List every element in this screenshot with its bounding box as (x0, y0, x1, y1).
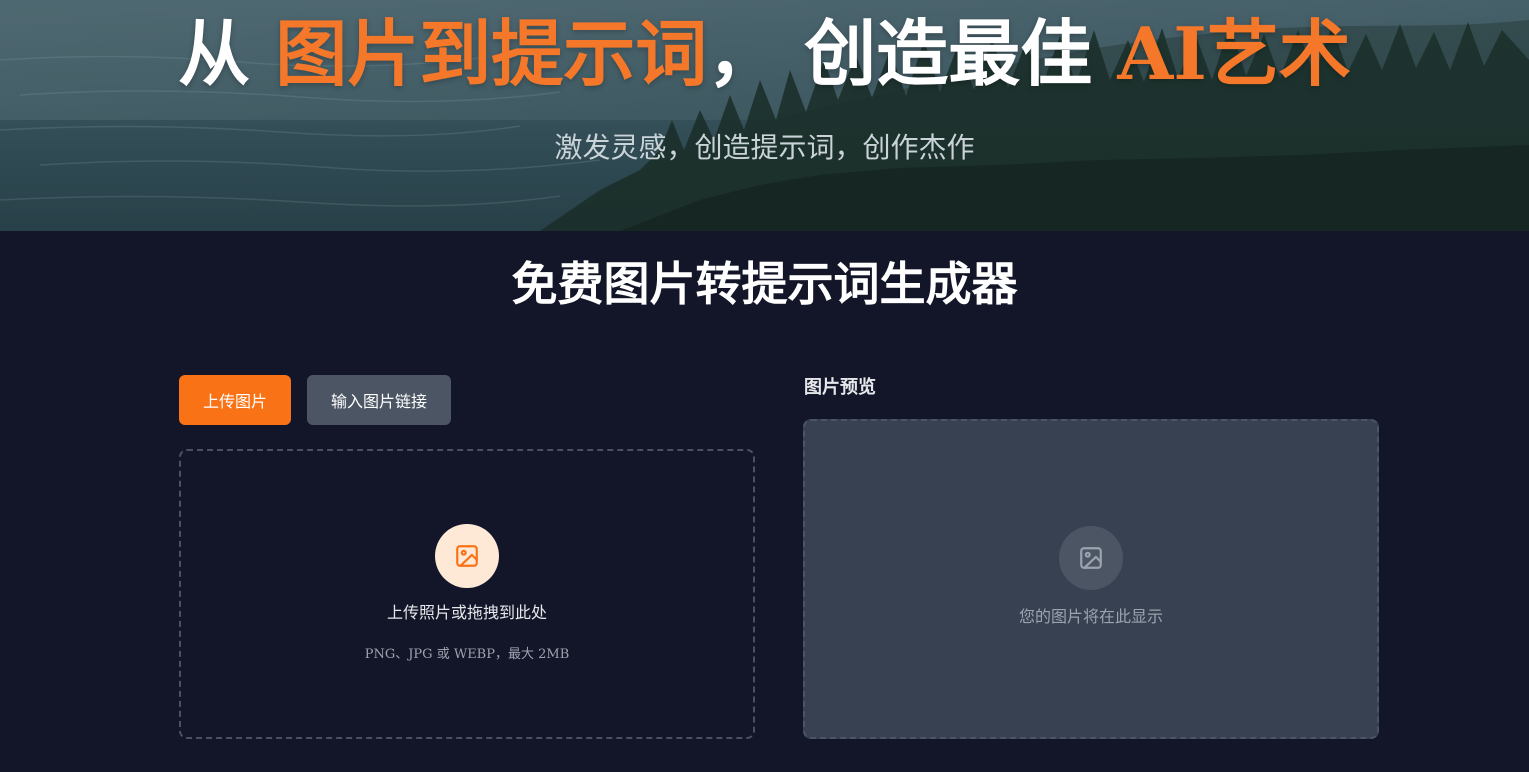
image-icon (456, 545, 478, 567)
hero-title-part2: ， 创造最佳 (707, 11, 1118, 96)
hero-title-accent2: AI艺术 (1117, 11, 1351, 96)
page-title: 免费图片转提示词生成器 (511, 257, 1018, 311)
tab-image-url[interactable]: 输入图片链接 (307, 375, 451, 425)
preview-icon-circle (1059, 526, 1123, 590)
preview-placeholder: 您的图片将在此显示 (1018, 607, 1163, 626)
image-icon (1080, 547, 1102, 569)
hero-banner: 从 图片到提示词， 创造最佳 AI艺术 激发灵感，创造提示词，创作杰作 (0, 0, 1529, 231)
hero-title-part1: 从 (178, 11, 276, 96)
tab-upload-image[interactable]: 上传图片 (179, 375, 291, 425)
image-preview-panel: 您的图片将在此显示 (803, 419, 1379, 739)
hero-title-accent1: 图片到提示词 (275, 11, 708, 96)
dropzone-hint: PNG、JPG 或 WEBP，最大 2MB (364, 647, 570, 662)
upload-icon-circle (435, 524, 499, 588)
upload-dropzone[interactable]: 上传照片或拖拽到此处 PNG、JPG 或 WEBP，最大 2MB (179, 449, 755, 739)
hero-title: 从 图片到提示词， 创造最佳 AI艺术 (0, 14, 1529, 94)
preview-title: 图片预览 (804, 377, 876, 398)
hero-subtitle: 激发灵感，创造提示词，创作杰作 (554, 131, 975, 164)
dropzone-label: 上传照片或拖拽到此处 (386, 603, 547, 622)
